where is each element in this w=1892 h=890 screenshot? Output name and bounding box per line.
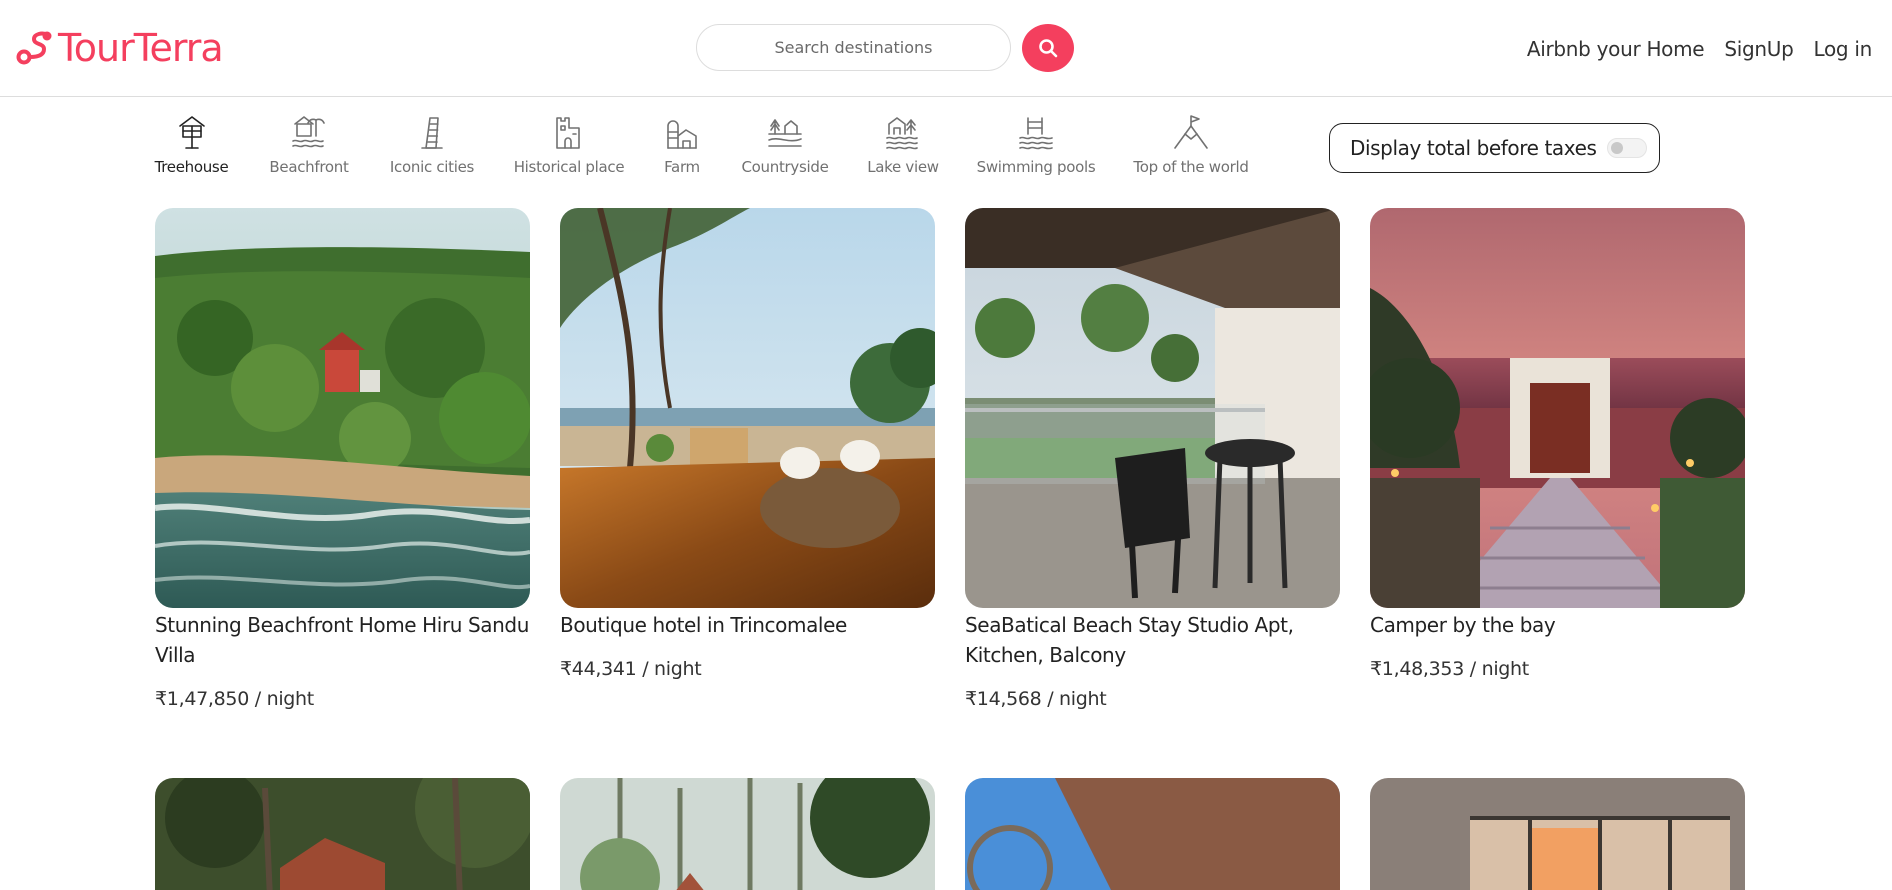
category-lake-view[interactable]: Lake view	[867, 112, 939, 190]
signup-link[interactable]: SignUp	[1724, 37, 1793, 61]
search-box	[696, 24, 1011, 71]
search-input[interactable]	[697, 25, 1010, 70]
listing-card[interactable]: Camper by the bay ₹1,48,353 / night	[1370, 208, 1745, 680]
top-nav: Airbnb your Home SignUp Log in	[1507, 29, 1872, 69]
listing-card[interactable]: SeaBatical Beach Stay Studio Apt, Kitche…	[965, 208, 1340, 710]
countryside-icon	[768, 119, 802, 147]
category-label: Countryside	[741, 158, 829, 176]
search-icon	[1039, 39, 1058, 58]
host-home-link[interactable]: Airbnb your Home	[1527, 37, 1705, 61]
listing-price: ₹1,48,353 / night	[1370, 658, 1529, 680]
listing-photo[interactable]	[965, 778, 1340, 890]
farm-icon	[667, 120, 697, 149]
listing-card[interactable]	[965, 778, 1340, 890]
listing-title[interactable]: SeaBatical Beach Stay Studio Apt, Kitche…	[965, 610, 1340, 670]
category-label: Top of the world	[1133, 158, 1249, 176]
search-button[interactable]	[1022, 24, 1074, 72]
listing-title[interactable]: Stunning Beachfront Home Hiru Sandu Vill…	[155, 610, 530, 670]
listing-card[interactable]	[155, 778, 530, 890]
category-label: Iconic cities	[389, 158, 475, 176]
listing-photo[interactable]	[560, 778, 935, 890]
category-iconic-cities[interactable]: Iconic cities	[388, 112, 476, 190]
castle-icon	[556, 117, 580, 149]
listing-card[interactable]	[560, 778, 935, 890]
listing-card[interactable]: Boutique hotel in Trincomalee ₹44,341 / …	[560, 208, 935, 680]
listing-photo[interactable]	[155, 208, 530, 608]
brand-logo[interactable]: TourTerra	[14, 25, 224, 71]
listing-title[interactable]: Boutique hotel in Trincomalee	[560, 610, 935, 640]
listing-photo[interactable]	[560, 208, 935, 608]
category-label: Historical place	[513, 158, 625, 176]
beachfront-icon	[292, 116, 325, 148]
category-label: Lake view	[867, 158, 939, 176]
login-link[interactable]: Log in	[1813, 37, 1872, 61]
category-label: Swimming pools	[976, 158, 1096, 176]
category-historical-place[interactable]: Historical place	[513, 112, 625, 190]
leaning-tower-icon	[421, 117, 443, 149]
taxes-toggle-label: Display total before taxes	[1350, 136, 1597, 160]
listing-photo[interactable]	[1370, 778, 1745, 890]
listing-price: ₹44,341 / night	[560, 658, 702, 680]
brand-name: TourTerra	[58, 26, 224, 70]
category-farm[interactable]: Farm	[662, 112, 702, 190]
top-header: TourTerra Airbnb your Home SignUp Log in	[0, 0, 1892, 97]
category-label: Farm	[664, 158, 700, 176]
listing-price: ₹1,47,850 / night	[155, 688, 314, 710]
listing-card[interactable]: Stunning Beachfront Home Hiru Sandu Vill…	[155, 208, 530, 710]
route-pin-icon	[16, 31, 52, 65]
listing-photo[interactable]	[155, 778, 530, 890]
category-label: Treehouse	[154, 158, 229, 176]
lake-view-icon	[886, 117, 918, 150]
treehouse-icon	[178, 116, 205, 149]
category-label: Beachfront	[269, 158, 349, 176]
category-swimming-pools[interactable]: Swimming pools	[976, 112, 1096, 190]
taxes-toggle-switch[interactable]	[1606, 138, 1647, 158]
pool-icon	[1019, 117, 1053, 150]
category-bar: Treehouse Beachfront Iconic cities Histo…	[0, 112, 1892, 190]
taxes-toggle-box[interactable]: Display total before taxes	[1329, 123, 1660, 173]
category-beachfront[interactable]: Beachfront	[267, 112, 351, 190]
listing-price: ₹14,568 / night	[965, 688, 1107, 710]
category-top-of-the-world[interactable]: Top of the world	[1133, 112, 1249, 190]
category-countryside[interactable]: Countryside	[740, 112, 830, 190]
listing-photo[interactable]	[965, 208, 1340, 608]
category-treehouse[interactable]: Treehouse	[154, 112, 229, 190]
listing-title[interactable]: Camper by the bay	[1370, 610, 1745, 640]
listing-photo[interactable]	[1370, 208, 1745, 608]
listing-card[interactable]	[1370, 778, 1745, 890]
mountain-flag-icon	[1174, 115, 1208, 149]
